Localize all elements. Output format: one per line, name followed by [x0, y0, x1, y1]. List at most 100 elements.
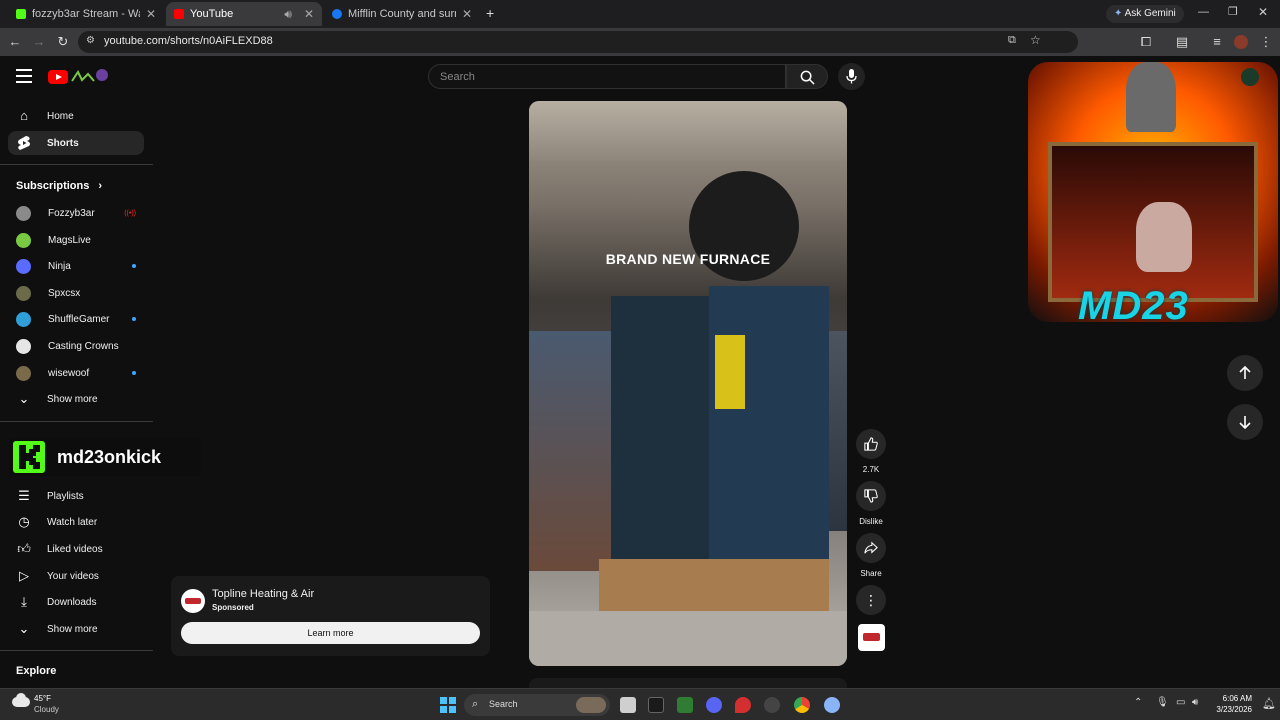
sidebar-item-downloads[interactable]: ⤓ Downloads	[8, 590, 144, 614]
sidebar-item-playlists[interactable]: ☰ Playlists	[8, 484, 144, 508]
clock-date[interactable]: 3/23/2026	[1208, 705, 1252, 714]
sidebar-item-home[interactable]: ⌂ Home	[8, 104, 144, 128]
subscription-item-magslive[interactable]: MagsLive	[16, 228, 136, 252]
channel-thumbnail[interactable]	[858, 624, 885, 651]
windows-start-icon[interactable]	[440, 697, 456, 713]
channel-name: Ninja	[48, 260, 71, 272]
profile-avatar[interactable]	[1234, 35, 1248, 49]
media-controls-icon[interactable]: ≡	[1209, 34, 1225, 50]
sidebar-divider	[0, 421, 153, 422]
reading-list-icon[interactable]: ▤	[1174, 34, 1190, 50]
close-tab-icon[interactable]: ✕	[304, 7, 314, 21]
close-tab-icon[interactable]: ✕	[462, 7, 472, 21]
like-button[interactable]: 2.7K	[856, 429, 886, 474]
voice-search-button[interactable]	[838, 63, 865, 90]
advertiser-name[interactable]: Topline Heating & Air	[212, 588, 314, 600]
url-text[interactable]: youtube.com/shorts/n0AiFLEXD88	[104, 35, 273, 47]
chrome-menu-icon[interactable]: ⋮	[1258, 34, 1274, 50]
sidebar-item-liked-videos[interactable]: 👍︎ Liked videos	[8, 537, 144, 561]
game-launcher-icon[interactable]	[677, 697, 693, 713]
extensions-icon[interactable]: ⧠	[1138, 34, 1154, 50]
search-input[interactable]: Search	[428, 64, 786, 89]
search-button[interactable]	[786, 64, 828, 89]
new-content-dot	[132, 317, 136, 321]
discord-icon[interactable]	[706, 697, 722, 713]
weather-cloudy-icon[interactable]	[12, 693, 30, 709]
steam-icon[interactable]	[764, 697, 780, 713]
chevron-up-icon[interactable]: ⌃	[1134, 697, 1142, 708]
subscription-item-shufflegamer[interactable]: ShuffleGamer	[16, 307, 136, 331]
forward-icon[interactable]: →	[31, 34, 47, 50]
weather-description[interactable]: Cloudy	[34, 705, 59, 714]
network-icon[interactable]: ▭	[1176, 697, 1185, 708]
sidebar-item-watch-later[interactable]: ◷ Watch later	[8, 510, 144, 534]
iyut-app-icon[interactable]	[648, 697, 664, 713]
new-tab-button[interactable]: +	[486, 5, 494, 21]
ask-gemini-label: Ask Gemini	[1124, 8, 1176, 19]
more-options-button[interactable]: ⋮	[856, 585, 886, 615]
subscriptions-heading[interactable]: Subscriptions ›	[16, 180, 102, 192]
subscription-item-spxcsx[interactable]: Spxcsx	[16, 281, 136, 305]
maps-pin-icon[interactable]	[735, 697, 751, 713]
speaker-icon[interactable]: 🔊︎	[284, 7, 292, 22]
settings-gear-icon[interactable]	[824, 697, 840, 713]
tab-youtube[interactable]: YouTube 🔊︎ ✕	[166, 2, 322, 26]
back-icon[interactable]: ←	[7, 34, 23, 50]
tab-facebook[interactable]: Mifflin County and surrounding ✕	[324, 2, 480, 26]
hamburger-menu-icon[interactable]	[16, 69, 32, 83]
show-more-label: Show more	[47, 623, 98, 635]
notification-bell-icon[interactable]: 🔔︎	[1262, 697, 1276, 710]
sidebar-show-more-you[interactable]: ⌄ Show more	[8, 617, 144, 641]
like-icon-wrap	[856, 429, 886, 459]
dislike-label: Dislike	[859, 517, 883, 526]
advertiser-logo[interactable]	[181, 589, 205, 613]
subscription-item-wisewoof[interactable]: wisewoof	[16, 361, 136, 385]
dislike-button[interactable]: Dislike	[856, 481, 886, 526]
youtube-logo[interactable]	[48, 68, 108, 86]
streamer-face	[1136, 202, 1192, 272]
share-button[interactable]: Share	[856, 533, 886, 578]
knight-helmet-icon	[1126, 62, 1176, 132]
sidebar-item-your-videos[interactable]: ▷ Your videos	[8, 564, 144, 588]
close-window-icon[interactable]: ✕	[1258, 5, 1268, 19]
sidebar-divider	[0, 650, 153, 651]
subscription-item-casting-crowns[interactable]: Casting Crowns	[16, 334, 136, 358]
windows-taskbar: 45°F Cloudy ⌕ Search ⌃ 🎙︎ ▭ 🔊︎ 6:06 AM 3…	[0, 688, 1280, 720]
address-bar[interactable]: ⚙ youtube.com/shorts/n0AiFLEXD88 ⧉ ☆	[78, 31, 1078, 53]
new-content-dot	[132, 264, 136, 268]
ask-gemini-button[interactable]: ✦ Ask Gemini	[1106, 5, 1184, 23]
microphone-tray-icon[interactable]: 🎙︎	[1156, 697, 1169, 708]
topline-logo-icon	[185, 598, 201, 604]
tab-kick-stream[interactable]: fozzyb3ar Stream - Watch Live ✕	[8, 2, 164, 26]
weather-temperature[interactable]: 45°F	[34, 694, 51, 703]
shorts-icon	[16, 135, 32, 151]
task-view-icon[interactable]	[620, 697, 636, 713]
short-caption: BRAND NEW FURNACE	[605, 251, 771, 267]
minimize-icon[interactable]: —	[1198, 6, 1209, 18]
bookmark-star-icon[interactable]: ☆	[1030, 33, 1041, 47]
short-video-player[interactable]: BRAND NEW FURNACE	[529, 101, 847, 666]
previous-short-button[interactable]	[1227, 355, 1263, 391]
clock-time[interactable]: 6:06 AM	[1208, 694, 1252, 703]
volume-icon[interactable]: 🔊︎	[1192, 697, 1198, 708]
sidebar-item-shorts[interactable]: Shorts	[8, 131, 144, 155]
watch-later-icon: ◷	[18, 514, 30, 529]
show-more-label: Show more	[47, 393, 98, 405]
sidebar-show-more-subscriptions[interactable]: ⌄ Show more	[8, 387, 144, 411]
reload-icon[interactable]: ↻	[55, 34, 71, 50]
maximize-icon[interactable]: ❐	[1228, 5, 1238, 18]
channel-name: Spxcsx	[48, 287, 81, 299]
kick-handle-text: md23onkick	[57, 447, 162, 467]
learn-more-button[interactable]: Learn more	[181, 622, 480, 644]
taskbar-search-box[interactable]: ⌕ Search	[464, 694, 610, 716]
install-app-icon[interactable]: ⧉	[1008, 34, 1016, 47]
site-info-icon[interactable]: ⚙	[86, 35, 95, 46]
next-short-preview[interactable]	[529, 678, 847, 688]
home-icon: ⌂	[20, 108, 28, 123]
chrome-icon[interactable]	[794, 697, 810, 713]
subscription-item-ninja[interactable]: Ninja	[16, 254, 136, 278]
subscription-item-fozzyb3ar[interactable]: Fozzyb3ar ((•))	[16, 201, 136, 225]
next-short-button[interactable]	[1227, 404, 1263, 440]
close-tab-icon[interactable]: ✕	[146, 7, 156, 21]
furnace-front	[709, 286, 829, 586]
